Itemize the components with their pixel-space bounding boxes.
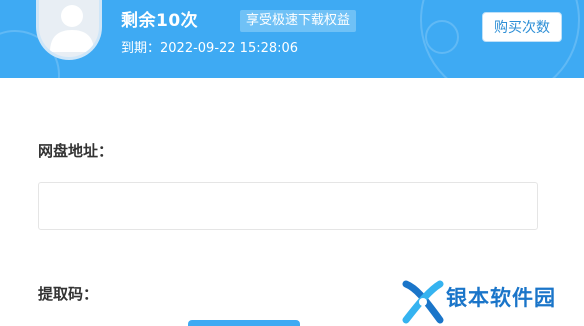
url-label: 网盘地址： — [38, 142, 114, 160]
watermark-text: 银本软件园 — [446, 286, 556, 310]
x-logo-icon — [402, 280, 444, 324]
remaining-count: 剩余10次 — [121, 11, 199, 31]
benefit-badge: 享受极速下载权益 — [240, 10, 357, 32]
url-input[interactable] — [38, 182, 538, 230]
submit-button[interactable] — [188, 320, 300, 326]
watermark: 银本软件园 — [402, 276, 584, 326]
buy-times-button[interactable]: 购买次数 — [482, 12, 562, 42]
code-label: 提取码： — [38, 285, 99, 303]
expire-time: 到期：2022-09-22 15:28:06 — [121, 41, 299, 56]
user-avatar-icon — [36, 0, 102, 60]
account-header: 剩余10次 享受极速下载权益 到期：2022-09-22 15:28:06 购买… — [0, 0, 584, 78]
decor-circle — [425, 20, 459, 54]
